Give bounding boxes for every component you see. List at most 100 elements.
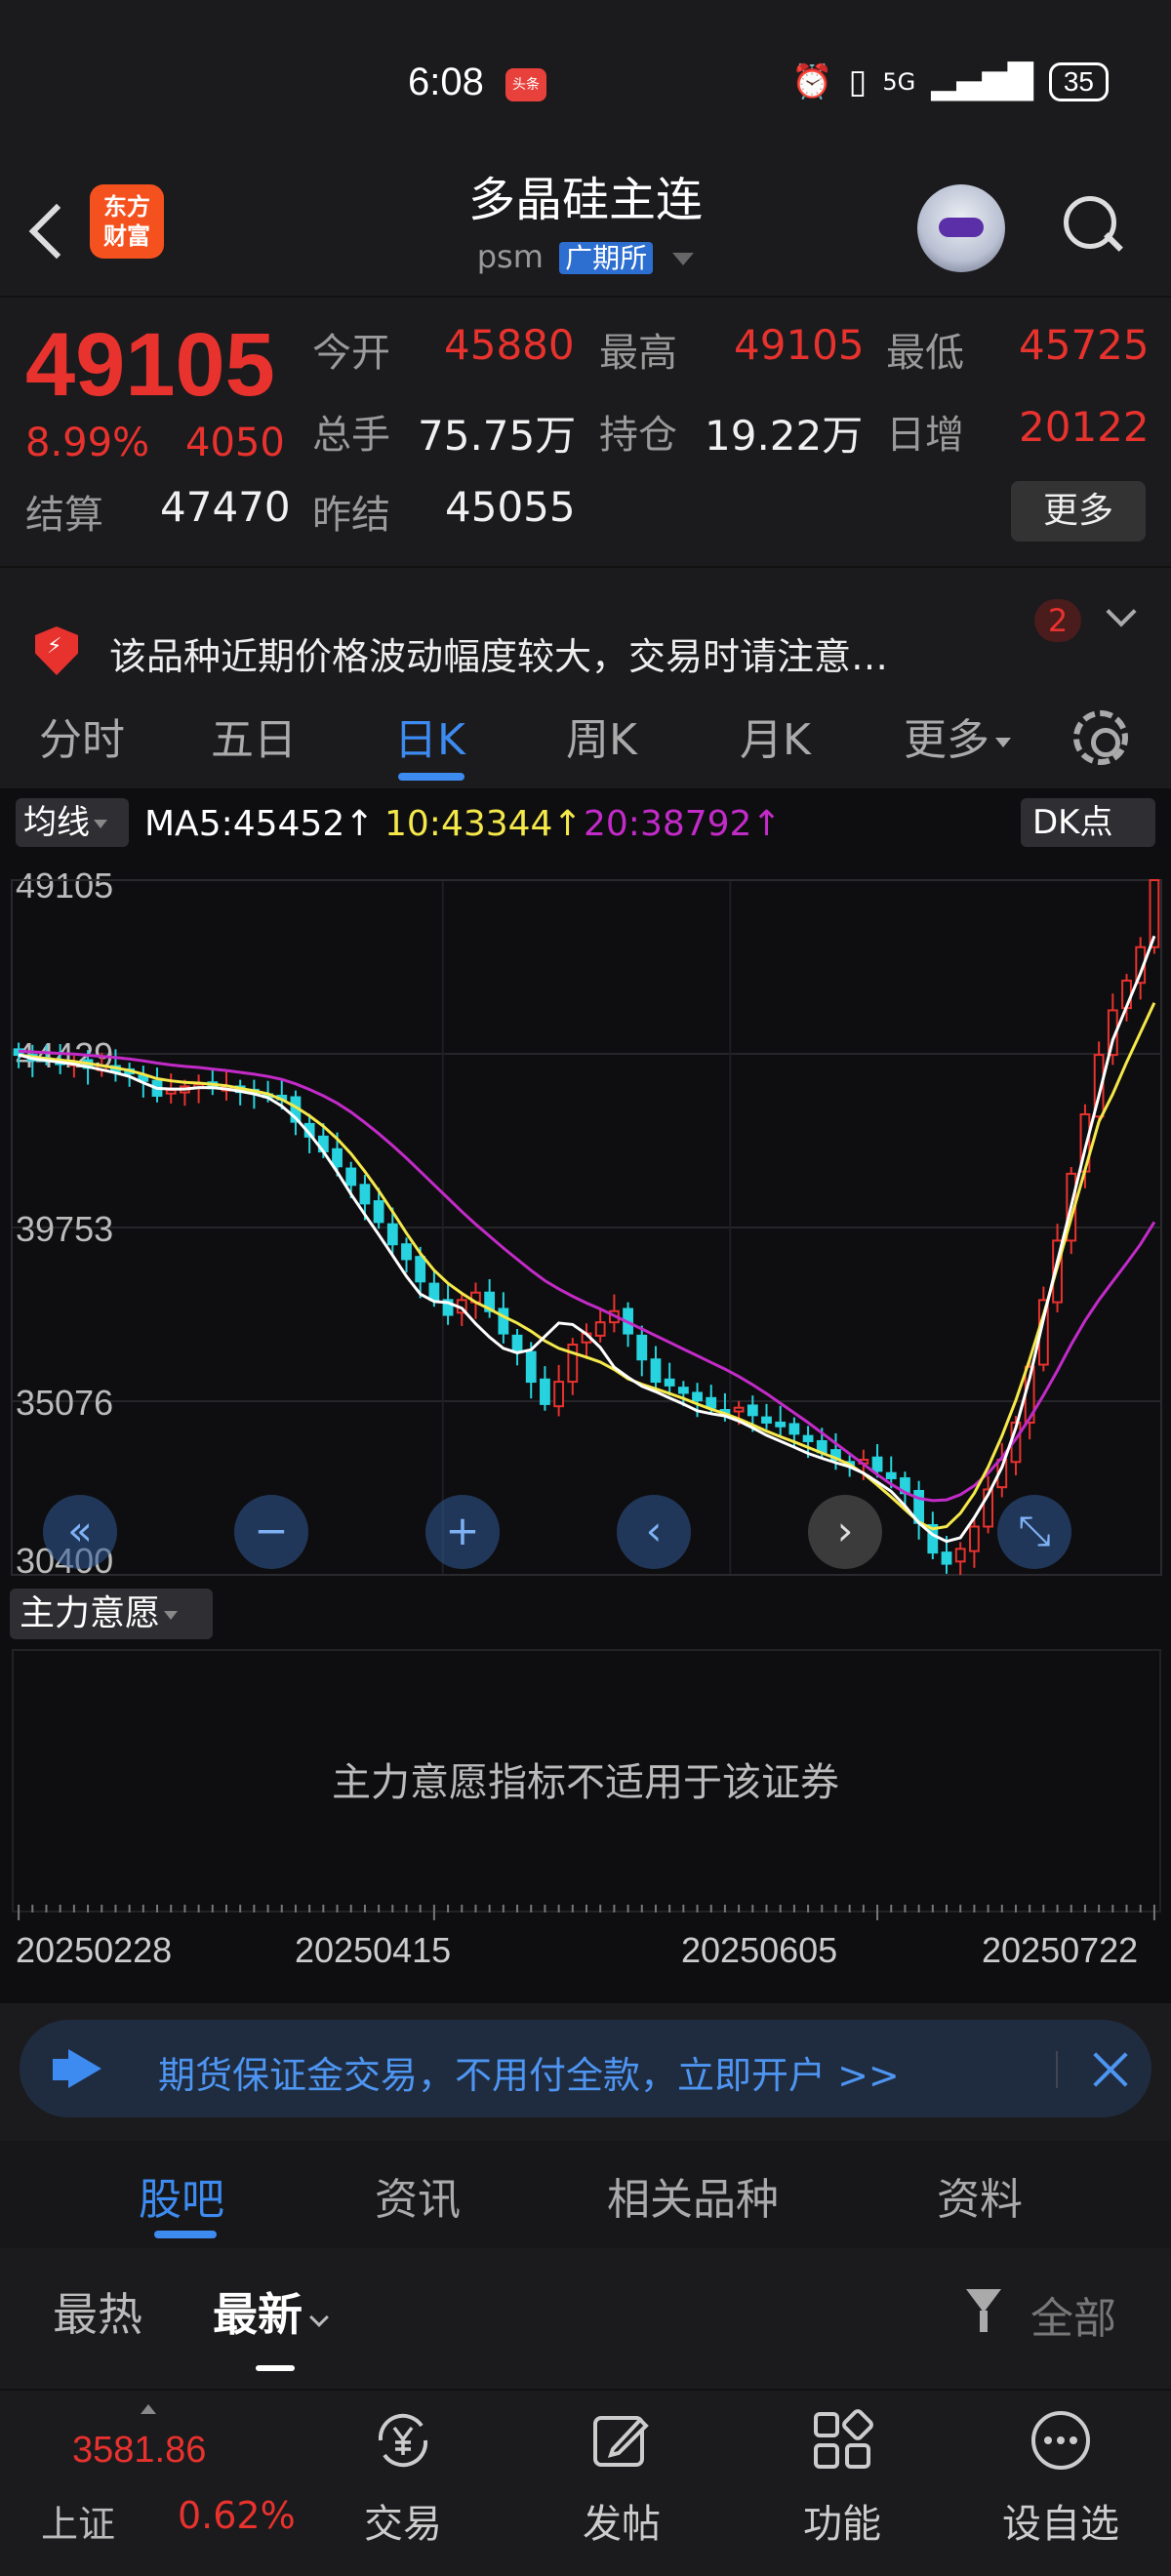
ma10-line <box>18 1002 1156 1531</box>
nav-functions-label: 功能 <box>803 2502 881 2547</box>
candle-down <box>401 1243 412 1261</box>
candle-up <box>954 1548 966 1563</box>
tab-more-label: 更多 <box>904 715 989 765</box>
nav-post[interactable]: 发帖 <box>548 2391 695 2576</box>
settle-value: 47470 <box>160 483 291 531</box>
promo-text[interactable]: 期货保证金交易，不用付全款，立即开户 >> <box>158 2045 900 2099</box>
alarm-icon: ⏰ <box>791 62 833 101</box>
filter-label[interactable]: 全部 <box>1030 2283 1116 2346</box>
sort-new-label: 最新 <box>213 2288 303 2341</box>
candle-down <box>788 1423 800 1435</box>
candle-down <box>345 1167 357 1187</box>
tab-news[interactable]: 资讯 <box>375 2164 461 2227</box>
ma5-line <box>18 935 1156 1544</box>
tab-weekly-k[interactable]: 周K <box>566 704 637 767</box>
more-button[interactable]: 更多 <box>1011 481 1146 542</box>
date-tick: 20250605 <box>681 1930 838 1970</box>
contract-code: psm <box>476 238 544 275</box>
indicator-message: 主力意愿指标不适用于该证券 <box>332 1760 839 1805</box>
active-tab-indicator <box>398 773 464 781</box>
index-percent[interactable]: 0.62% <box>178 2494 296 2537</box>
dropdown-icon <box>164 1610 179 1620</box>
promo-banner[interactable]: 期货保证金交易，不用付全款，立即开户 >> <box>20 2020 1151 2117</box>
battery-level: 35 <box>1048 62 1109 101</box>
ma20-line <box>19 1049 1156 1503</box>
fullscreen-button[interactable]: ⤡ <box>997 1495 1071 1569</box>
assistant-robot-icon[interactable] <box>917 184 1005 272</box>
chevron-down-icon[interactable] <box>1106 596 1137 627</box>
scroll-left-button[interactable]: ‹ <box>617 1495 691 1569</box>
tab-info[interactable]: 资料 <box>937 2164 1023 2227</box>
risk-alert[interactable]: 该品种近期价格波动幅度较大，交易时请注意… 2 <box>0 568 1171 678</box>
active-tab-indicator <box>154 2231 217 2238</box>
nav-add-watchlist[interactable]: 设自选 <box>988 2391 1134 2576</box>
date-tick: 20250228 <box>16 1930 173 1970</box>
candle-down <box>664 1378 675 1387</box>
kline-chart[interactable]: 4910544429397533507630400 <box>0 857 1171 1579</box>
open-label: 今开 <box>312 331 390 376</box>
candle-down <box>386 1223 398 1246</box>
tab-more[interactable]: 更多 <box>904 704 1011 767</box>
jump-start-button[interactable]: « <box>43 1495 117 1569</box>
nav-trade[interactable]: 交易 <box>330 2391 476 2576</box>
tab-five-day[interactable]: 五日 <box>211 704 297 767</box>
tab-daily-k[interactable]: 日K <box>394 704 465 767</box>
candle-down <box>525 1350 537 1384</box>
tab-forum[interactable]: 股吧 <box>139 2164 224 2227</box>
scroll-right-button[interactable]: › <box>808 1495 882 1569</box>
chevron-down-icon <box>309 2308 329 2327</box>
active-sort-indicator <box>256 2365 295 2371</box>
dropdown-icon <box>995 738 1011 747</box>
gear-icon[interactable] <box>1073 710 1128 765</box>
zoom-out-button[interactable]: − <box>234 1495 308 1569</box>
candle-down <box>706 1396 717 1409</box>
tab-monthly-k[interactable]: 月K <box>740 704 811 767</box>
expand-up-icon[interactable] <box>141 2404 156 2414</box>
status-bar: 6:08 头条 ⏰ ▯ 5G ▂▄▆█ 35 <box>0 0 1171 171</box>
grid-icon <box>814 2409 873 2469</box>
bottom-nav: 3581.86 上证 0.62% 交易 发帖 功能 设自选 <box>0 2389 1171 2576</box>
filter-icon[interactable] <box>966 2289 1005 2332</box>
tab-related[interactable]: 相关品种 <box>607 2164 779 2227</box>
megaphone-icon <box>53 2049 107 2088</box>
dk-point-button[interactable]: DK点 <box>1021 798 1155 847</box>
candle-down <box>332 1147 343 1168</box>
index-value[interactable]: 3581.86 <box>72 2430 206 2472</box>
ma-toggle-button[interactable]: 均线 <box>16 798 129 847</box>
last-price: 49105 <box>25 315 275 415</box>
candle-up <box>567 1343 579 1384</box>
date-tick: 20250722 <box>982 1930 1139 1970</box>
network-type: 5G <box>882 68 916 96</box>
close-icon[interactable] <box>1089 2047 1132 2090</box>
nav-functions[interactable]: 功能 <box>769 2391 915 2576</box>
candle-up <box>594 1321 606 1337</box>
open-interest-label: 持仓 <box>599 413 677 458</box>
daily-increase-value: 20122 <box>1019 403 1150 451</box>
indicator-selector[interactable]: 主力意愿 <box>10 1589 213 1639</box>
candle-down <box>941 1551 952 1565</box>
candle-down <box>885 1471 897 1480</box>
sort-new[interactable]: 最新 <box>213 2279 329 2344</box>
candle-down <box>636 1334 648 1361</box>
index-name[interactable]: 上证 <box>41 2494 115 2548</box>
dropdown-icon <box>94 820 107 828</box>
ma-toggle-label: 均线 <box>23 803 90 842</box>
daily-increase-label: 日增 <box>886 413 964 458</box>
candle-up <box>553 1381 565 1408</box>
volume-value: 75.75万 <box>418 412 577 460</box>
status-icons: ⏰ ▯ 5G ▂▄▆█ 35 <box>791 62 1109 101</box>
sort-bar: 最热 最新 全部 <box>0 2250 1171 2387</box>
ma20-value: 20:38792↑ <box>584 804 782 844</box>
tab-timeshare[interactable]: 分时 <box>39 704 125 767</box>
nav-trade-label: 交易 <box>364 2502 442 2547</box>
alert-count-badge: 2 <box>1034 599 1081 642</box>
candle-up <box>733 1406 745 1413</box>
change-percent: 8.99% <box>25 421 150 465</box>
search-icon[interactable] <box>1064 196 1120 253</box>
sort-hot[interactable]: 最热 <box>53 2279 142 2344</box>
shield-icon <box>35 626 78 675</box>
news-app-icon: 头条 <box>505 68 546 101</box>
candle-down <box>871 1456 883 1472</box>
zoom-in-button[interactable]: + <box>425 1495 500 1569</box>
y-tick-label: 49105 <box>16 865 113 906</box>
